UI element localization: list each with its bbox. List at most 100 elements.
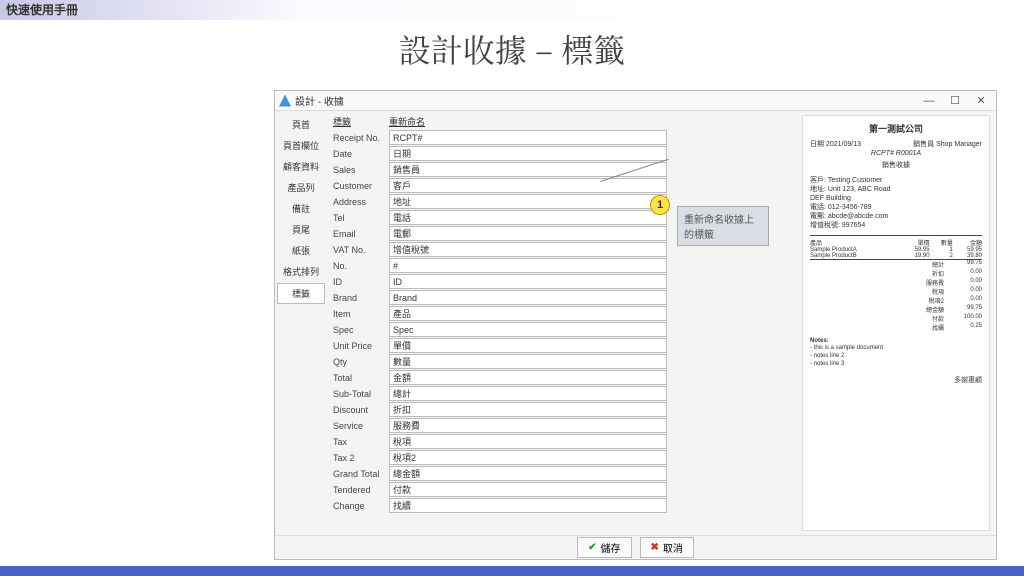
sidebar-item-2[interactable]: 顧客資料 — [277, 157, 325, 176]
field-input-spec[interactable] — [389, 322, 667, 337]
preview-thanks: 多謝惠顧 — [810, 375, 982, 385]
field-label: Qty — [333, 357, 389, 367]
field-label: Spec — [333, 325, 389, 335]
sidebar-item-6[interactable]: 紙張 — [277, 241, 325, 260]
field-label: Discount — [333, 405, 389, 415]
field-input-tendered[interactable] — [389, 482, 667, 497]
field-input-unit-price[interactable] — [389, 338, 667, 353]
field-row: No. — [333, 258, 794, 273]
field-input-sub-total[interactable] — [389, 386, 667, 401]
field-row: Spec — [333, 322, 794, 337]
maximize-button[interactable]: ☐ — [942, 93, 968, 109]
preview-notes: Notes: - this is a sample document- note… — [810, 338, 982, 369]
preview-company: 第一測試公司 — [810, 122, 982, 135]
window-footer: ✔儲存 ✖取消 — [275, 535, 996, 559]
field-input-item[interactable] — [389, 306, 667, 321]
field-label: Item — [333, 309, 389, 319]
field-label: Change — [333, 501, 389, 511]
field-label: ID — [333, 277, 389, 287]
save-button[interactable]: ✔儲存 — [577, 537, 631, 558]
field-input-email[interactable] — [389, 226, 667, 241]
field-label: Receipt No. — [333, 133, 389, 143]
field-input-service[interactable] — [389, 418, 667, 433]
field-label: Sub-Total — [333, 389, 389, 399]
preview-rcpt-no: RCPT# R0001A — [810, 150, 982, 157]
sidebar-item-1[interactable]: 頁首欄位 — [277, 136, 325, 155]
preview-sum-row: 總計99.75 — [810, 260, 982, 269]
field-input-brand[interactable] — [389, 290, 667, 305]
field-label: Brand — [333, 293, 389, 303]
sidebar-item-8[interactable]: 標籤 — [277, 283, 325, 304]
preview-sum-row: 稅項20.00 — [810, 296, 982, 305]
field-label: Email — [333, 229, 389, 239]
field-row: Change — [333, 498, 794, 513]
col-rename-header: 重新命名 — [389, 115, 425, 128]
field-row: Discount — [333, 402, 794, 417]
app-icon — [279, 95, 291, 107]
field-row: Brand — [333, 290, 794, 305]
field-row: Tax 2 — [333, 450, 794, 465]
preview-sum-row: 折扣0.00 — [810, 269, 982, 278]
preview-note-line: - notes line 2 — [810, 353, 982, 361]
field-label: Tax — [333, 437, 389, 447]
field-row: Customer — [333, 178, 794, 193]
field-label: Date — [333, 149, 389, 159]
field-label: Unit Price — [333, 341, 389, 351]
preview-sum-row: 稅項0.00 — [810, 287, 982, 296]
field-row: Total — [333, 370, 794, 385]
field-row: ID — [333, 274, 794, 289]
field-row: Qty — [333, 354, 794, 369]
minimize-button[interactable]: — — [916, 93, 942, 109]
field-input-change[interactable] — [389, 498, 667, 513]
field-input-tel[interactable] — [389, 210, 667, 225]
field-row: Unit Price — [333, 338, 794, 353]
field-input-tax[interactable] — [389, 434, 667, 449]
cancel-button[interactable]: ✖取消 — [640, 537, 694, 558]
doc-header: 快速使用手冊 — [0, 0, 1024, 20]
field-label: Sales — [333, 165, 389, 175]
window-title: 設計 - 收據 — [295, 93, 344, 108]
field-input-total[interactable] — [389, 370, 667, 385]
sidebar-item-4[interactable]: 備註 — [277, 199, 325, 218]
close-button[interactable]: ✕ — [968, 93, 994, 109]
field-label: No. — [333, 261, 389, 271]
callout-text: 重新命名收據上的標籤 — [684, 215, 754, 241]
field-input-discount[interactable] — [389, 402, 667, 417]
field-input-qty[interactable] — [389, 354, 667, 369]
field-label: Tel — [333, 213, 389, 223]
field-row: Tendered — [333, 482, 794, 497]
callout-1: 1 重新命名收據上的標籤 — [677, 206, 769, 246]
preview-sums: 總計99.75折扣0.00服務費0.00稅項0.00稅項20.00總金額99.7… — [810, 260, 982, 332]
sidebar-item-0[interactable]: 頁首 — [277, 115, 325, 134]
sidebar-item-3[interactable]: 產品列 — [277, 178, 325, 197]
field-input-id[interactable] — [389, 274, 667, 289]
field-input-no-[interactable] — [389, 258, 667, 273]
field-label: Service — [333, 421, 389, 431]
window-titlebar: 設計 - 收據 — ☐ ✕ — [275, 91, 996, 111]
field-input-tax-2[interactable] — [389, 450, 667, 465]
field-row: Receipt No. — [333, 130, 794, 145]
preview-note-line: - notes line 3 — [810, 361, 982, 369]
receipt-preview: 第一測試公司 日期 2021/09/13 銷售員 Shop Manager RC… — [802, 115, 990, 531]
preview-items-table: 產品 單價 數量 金額 Sample ProductA59.95159.95Sa… — [810, 238, 982, 260]
preview-customer: 客戶: Testing Customer 地址: Unit 123, ABC R… — [810, 176, 982, 231]
callout-badge: 1 — [650, 195, 670, 215]
preview-sum-row: 總金額99.75 — [810, 305, 982, 314]
preview-note-line: - this is a sample document — [810, 345, 982, 353]
field-row: Sub-Total — [333, 386, 794, 401]
sidebar-item-5[interactable]: 頁尾 — [277, 220, 325, 239]
field-input-vat-no-[interactable] — [389, 242, 667, 257]
page-title: 設計收據 – 標籤 — [0, 26, 1024, 72]
field-input-receipt-no-[interactable] — [389, 130, 667, 145]
page-footer-bar — [0, 566, 1024, 576]
field-input-date[interactable] — [389, 146, 667, 161]
field-row: Date — [333, 146, 794, 161]
field-input-grand-total[interactable] — [389, 466, 667, 481]
form-header: 標籤 重新命名 — [333, 115, 794, 128]
field-row: Grand Total — [333, 466, 794, 481]
field-label: VAT No. — [333, 245, 389, 255]
field-label: Customer — [333, 181, 389, 191]
field-label: Address — [333, 197, 389, 207]
sidebar-item-7[interactable]: 格式排列 — [277, 262, 325, 281]
preview-sum-row: 服務費0.00 — [810, 278, 982, 287]
